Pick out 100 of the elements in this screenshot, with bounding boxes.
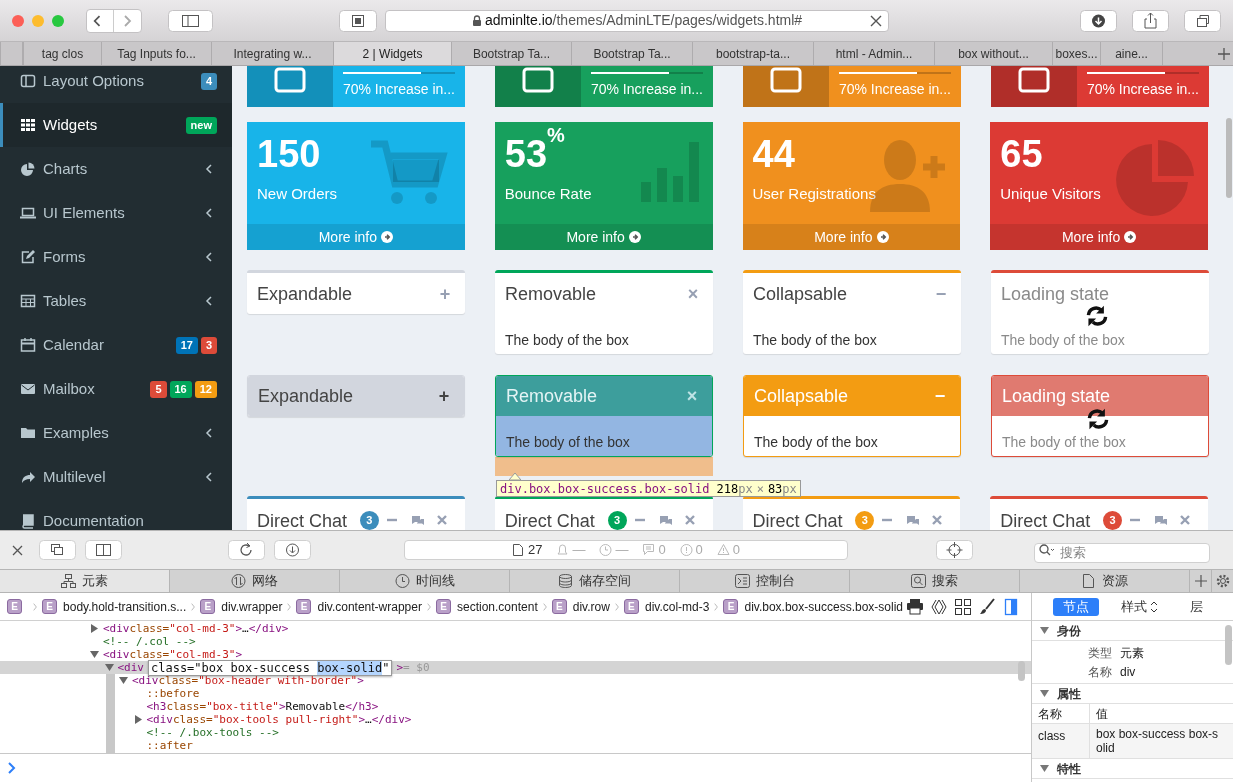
property-name: 名称 [1087, 663, 1113, 681]
breadcrumb-label: div.row [572, 598, 610, 616]
breadcrumb-label: div.col-md-3 [644, 598, 710, 616]
counter-value: 0 [695, 541, 703, 560]
breadcrumb-label: body.hold-transition.s... [63, 598, 187, 616]
progress-description: 70% Increase in... [838, 80, 951, 99]
box-title: Direct Chat [752, 510, 844, 530]
box-body: The body of the box [754, 434, 878, 450]
stat-label: User Registrations [752, 184, 876, 204]
box-body: The body of the box [506, 434, 630, 450]
count-badge: new [185, 116, 217, 134]
property-value: 元素 [1120, 644, 1144, 662]
box-title: Expandable [258, 386, 354, 406]
stat-value: 65 [1000, 132, 1043, 176]
box-title: Removable [505, 283, 597, 304]
count-badge: 3 [855, 511, 875, 530]
stat-value: 44 [752, 132, 795, 176]
table-cell-text: box box-success box-solid [1095, 726, 1220, 757]
element-badge: E [200, 599, 216, 614]
element-badge: E [436, 599, 451, 614]
dom-node[interactable]: <divclass="col-md-3"> [0, 648, 1031, 661]
dom-node[interactable]: <h3class="box-title">Removable</h3> [0, 700, 1031, 713]
box-body: The body of the box [1002, 434, 1126, 450]
counter-value: 0 [732, 541, 741, 560]
section-header[interactable]: 特性 [1032, 759, 1233, 779]
property-value: div [1120, 663, 1136, 681]
box-body: The body of the box [505, 332, 629, 348]
breadcrumb-item[interactable]: E div.box.box-success.box-solid [723, 597, 903, 616]
breadcrumb-item[interactable]: E div.col-md-3 [623, 597, 710, 616]
element-badge: E [623, 599, 639, 614]
counter-value: — [615, 541, 629, 560]
dom-node[interactable]: ::before [0, 687, 1031, 700]
dom-node[interactable]: ::after [0, 739, 1031, 752]
breadcrumb-item[interactable]: E div.content-wrapper [296, 597, 422, 616]
element-badge: E [551, 599, 567, 614]
details-tab[interactable]: 节点 [1052, 597, 1099, 616]
count-badge: 3 [359, 511, 379, 530]
sidebar-item[interactable]: Charts [0, 147, 232, 191]
sidebar-item[interactable]: Layout Options 4 [0, 66, 232, 103]
element-badge: E [7, 599, 22, 614]
counter-value: 27 [527, 541, 543, 560]
dom-node[interactable]: <divclass="box-tools pull-right">…</div> [0, 713, 1031, 726]
count-badge: 3 [1103, 511, 1122, 530]
details-tab[interactable]: 样式 [1110, 597, 1168, 616]
search-field[interactable]: 搜索 [1034, 542, 1210, 563]
count-badge: 3 [200, 336, 217, 354]
sidebar-item[interactable]: Multilevel [0, 455, 232, 499]
box-title: Direct Chat [504, 510, 596, 530]
box-body: The body of the box [753, 332, 877, 348]
sidebar-item[interactable]: UI Elements [0, 191, 232, 235]
counter-value: — [572, 541, 586, 560]
sidebar-item[interactable]: Tables [0, 279, 232, 323]
sidebar-item[interactable]: Widgets new [0, 103, 232, 147]
breadcrumb-label: div.wrapper [221, 598, 283, 616]
count-badge: 17 [175, 336, 198, 354]
count-badge: 5 [150, 380, 167, 398]
column-header: 值 [1095, 705, 1109, 723]
box-title: Removable [506, 386, 598, 406]
attribute-edit-field[interactable]: class="box box-success box-solid" [148, 659, 393, 676]
count-badge: 16 [169, 380, 192, 398]
box-title: Loading state [1001, 283, 1110, 304]
dom-node[interactable]: <!-- /.col --> [0, 635, 1031, 648]
box-title: Collapsable [753, 283, 848, 304]
property-name: 类型 [1087, 644, 1113, 662]
devtools-tab[interactable]: 元素 [0, 570, 170, 592]
sidebar-item[interactable]: Documentation [0, 499, 232, 530]
breadcrumb-item[interactable]: E div.wrapper [200, 597, 283, 616]
dom-node[interactable]: <divclass="box-header with-border"> [0, 674, 1031, 687]
breadcrumb-item[interactable]: E section.content [436, 597, 538, 616]
box-tool-button[interactable]: + [434, 387, 454, 405]
progress-description: 70% Increase in... [342, 80, 455, 99]
breadcrumb-label: div.box.box-success.box-solid [744, 598, 903, 616]
box-body: The body of the box [1001, 332, 1125, 348]
stat-label: Bounce Rate [504, 184, 592, 204]
stat-value: 150 [257, 132, 321, 176]
browser-tab[interactable]: boxes... [1053, 42, 1101, 65]
dom-node[interactable]: <div class="box box-success box-solid" >= $0 [0, 661, 1031, 674]
address-field[interactable]: adminlte.io/themes/AdminLTE/pages/widgets.html# [385, 9, 889, 32]
breadcrumb-label: div.content-wrapper [317, 598, 422, 616]
count-badge: 4 [200, 72, 217, 90]
box-title: Direct Chat [257, 510, 349, 530]
dom-node[interactable]: <!-- /.box-tools --> [0, 726, 1031, 739]
element-badge: E [42, 599, 58, 614]
box-title: Expandable [257, 283, 353, 304]
breadcrumb-item[interactable]: E body.hold-transition.s... [42, 597, 187, 616]
count-badge: 12 [194, 380, 217, 398]
details-tab[interactable]: 层 [1179, 597, 1213, 616]
column-header: 名称 [1032, 704, 1090, 723]
table-cell: class [1032, 724, 1090, 758]
box-title: Loading state [1002, 386, 1111, 406]
sidebar-item[interactable]: Mailbox 5 16 12 [0, 367, 232, 411]
sidebar-item[interactable]: Calendar 17 3 [0, 323, 232, 367]
sidebar-item[interactable]: Forms [0, 235, 232, 279]
progress-description: 70% Increase in... [1086, 80, 1199, 99]
sidebar-item[interactable]: Examples [0, 411, 232, 455]
browser-tab[interactable]: 2 | Widgets [334, 42, 452, 65]
counter-value: 0 [658, 541, 666, 560]
breadcrumb-item[interactable]: E div.row [551, 597, 610, 616]
box-title: Direct Chat [1000, 510, 1092, 530]
dom-node[interactable]: <divclass="col-md-3">…</div> [0, 622, 1031, 635]
